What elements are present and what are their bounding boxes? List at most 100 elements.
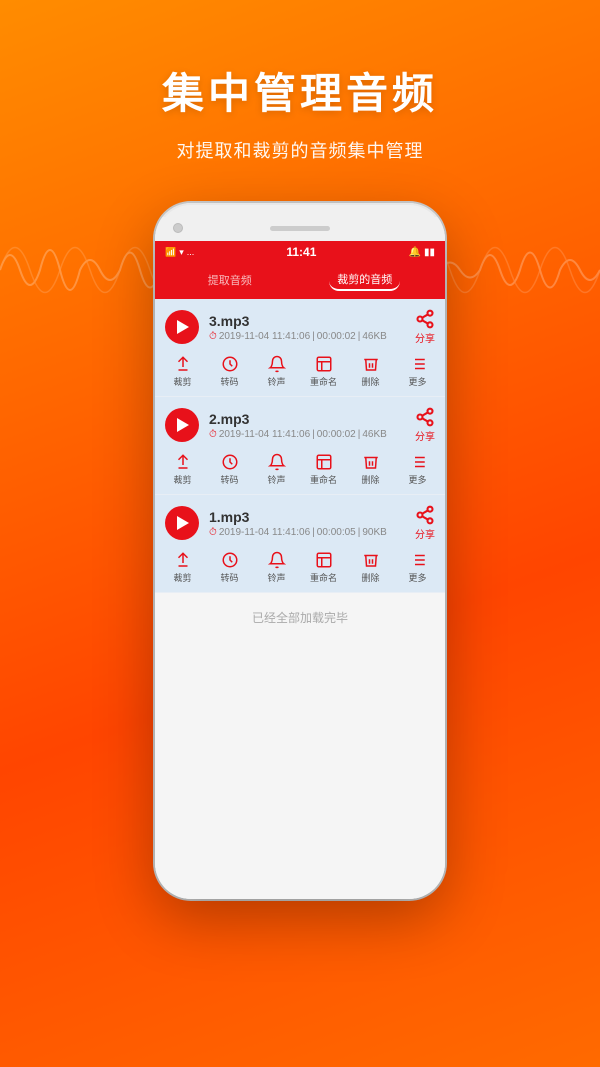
- rename-icon-3: [315, 551, 333, 569]
- share-button-1[interactable]: 分享: [415, 309, 435, 345]
- status-bar: 📶 ▾ ... 11:41 🔔 ▮▮: [155, 241, 445, 263]
- phone-mockup: 📶 ▾ ... 11:41 🔔 ▮▮ 提取音频 裁剪的音频: [155, 203, 445, 899]
- audio-size-2: 46KB: [362, 429, 386, 440]
- audio-duration-1: 00:00:02: [317, 331, 356, 342]
- audio-date-1: 2019-11-04 11:41:06: [219, 331, 310, 342]
- share-button-2[interactable]: 分享: [415, 407, 435, 443]
- phone-sensor: [417, 223, 427, 233]
- audio-info-3: 1.mp3 ⏱ 2019-11-04 11:41:06 | 00:00:05 |…: [209, 509, 415, 538]
- audio-date-3: 2019-11-04 11:41:06: [219, 527, 310, 538]
- play-icon-2: [177, 418, 189, 432]
- audio-item-3: 1.mp3 ⏱ 2019-11-04 11:41:06 | 00:00:05 |…: [155, 495, 445, 593]
- audio-name-2: 2.mp3: [209, 411, 415, 427]
- share-icon-1: [415, 309, 435, 329]
- play-button-1[interactable]: [165, 310, 199, 344]
- action-more-label-2: 更多: [408, 473, 426, 486]
- audio-info-2: 2.mp3 ⏱ 2019-11-04 11:41:06 | 00:00:02 |…: [209, 411, 415, 440]
- action-delete-label-3: 删除: [361, 571, 379, 584]
- cut-icon-1: [174, 355, 192, 373]
- audio-info-1: 3.mp3 ⏱ 2019-11-04 11:41:06 | 00:00:02 |…: [209, 313, 415, 342]
- transcode-icon-1: [221, 355, 239, 373]
- play-button-2[interactable]: [165, 408, 199, 442]
- sub-title: 对提取和裁剪的音频集中管理: [20, 137, 580, 163]
- tab-cut[interactable]: 裁剪的音频: [329, 269, 400, 291]
- clock-icon-2: ⏱: [209, 429, 217, 440]
- audio-meta-1: ⏱ 2019-11-04 11:41:06 | 00:00:02 | 46KB: [209, 331, 415, 342]
- action-more-3[interactable]: 更多: [400, 551, 436, 584]
- ringtone-icon-3: [268, 551, 286, 569]
- action-row-1: 裁剪 转码 铃声 重命名: [155, 349, 445, 396]
- action-transcode-label-1: 转码: [220, 375, 238, 388]
- status-time: 11:41: [286, 245, 316, 259]
- action-more-1[interactable]: 更多: [400, 355, 436, 388]
- notification-icon: 🔔: [409, 247, 421, 258]
- audio-meta-2: ⏱ 2019-11-04 11:41:06 | 00:00:02 | 46KB: [209, 429, 415, 440]
- ringtone-icon-2: [268, 453, 286, 471]
- action-ringtone-2[interactable]: 铃声: [259, 453, 295, 486]
- action-transcode-3[interactable]: 转码: [212, 551, 248, 584]
- action-cut-3[interactable]: 裁剪: [165, 551, 201, 584]
- transcode-icon-3: [221, 551, 239, 569]
- share-label-3: 分享: [415, 526, 435, 541]
- audio-name-3: 1.mp3: [209, 509, 415, 525]
- wifi-icon: ▾: [179, 247, 184, 258]
- play-icon-1: [177, 320, 189, 334]
- delete-icon-1: [362, 355, 380, 373]
- action-transcode-2[interactable]: 转码: [212, 453, 248, 486]
- action-ringtone-label-1: 铃声: [267, 375, 285, 388]
- more-icon-2: [409, 453, 427, 471]
- action-delete-1[interactable]: 删除: [353, 355, 389, 388]
- action-row-2: 裁剪 转码 铃声 重命名: [155, 447, 445, 494]
- signal-icon: 📶: [165, 247, 176, 258]
- tab-extract[interactable]: 提取音频: [200, 270, 260, 290]
- ringtone-icon-1: [268, 355, 286, 373]
- clock-icon-1: ⏱: [209, 331, 217, 342]
- tab-bar: 提取音频 裁剪的音频: [155, 263, 445, 299]
- action-cut-2[interactable]: 裁剪: [165, 453, 201, 486]
- action-ringtone-label-2: 铃声: [267, 473, 285, 486]
- share-label-1: 分享: [415, 330, 435, 345]
- share-icon-2: [415, 407, 435, 427]
- action-cut-label-1: 裁剪: [173, 375, 191, 388]
- audio-name-1: 3.mp3: [209, 313, 415, 329]
- audio-size-1: 46KB: [362, 331, 386, 342]
- phone-wrapper: 📶 ▾ ... 11:41 🔔 ▮▮ 提取音频 裁剪的音频: [0, 193, 600, 899]
- rename-icon-1: [315, 355, 333, 373]
- loaded-footer: 已经全部加载完毕: [155, 593, 445, 642]
- action-more-2[interactable]: 更多: [400, 453, 436, 486]
- action-cut-1[interactable]: 裁剪: [165, 355, 201, 388]
- action-ringtone-1[interactable]: 铃声: [259, 355, 295, 388]
- status-left: 📶 ▾ ...: [165, 247, 194, 258]
- share-icon-3: [415, 505, 435, 525]
- action-ringtone-3[interactable]: 铃声: [259, 551, 295, 584]
- audio-duration-2: 00:00:02: [317, 429, 356, 440]
- dots: ...: [187, 247, 195, 257]
- action-transcode-label-2: 转码: [220, 473, 238, 486]
- action-rename-3[interactable]: 重命名: [306, 551, 342, 584]
- delete-icon-2: [362, 453, 380, 471]
- delete-icon-3: [362, 551, 380, 569]
- battery-icon: ▮▮: [424, 247, 435, 258]
- audio-meta-3: ⏱ 2019-11-04 11:41:06 | 00:00:05 | 90KB: [209, 527, 415, 538]
- action-delete-3[interactable]: 删除: [353, 551, 389, 584]
- audio-item-1: 3.mp3 ⏱ 2019-11-04 11:41:06 | 00:00:02 |…: [155, 299, 445, 397]
- share-button-3[interactable]: 分享: [415, 505, 435, 541]
- cut-icon-3: [174, 551, 192, 569]
- main-title: 集中管理音频: [20, 60, 580, 121]
- audio-item-2: 2.mp3 ⏱ 2019-11-04 11:41:06 | 00:00:02 |…: [155, 397, 445, 495]
- action-rename-1[interactable]: 重命名: [306, 355, 342, 388]
- action-delete-2[interactable]: 删除: [353, 453, 389, 486]
- action-rename-2[interactable]: 重命名: [306, 453, 342, 486]
- action-delete-label-2: 删除: [361, 473, 379, 486]
- phone-camera: [173, 223, 183, 233]
- header-section: 集中管理音频 对提取和裁剪的音频集中管理: [0, 0, 600, 193]
- clock-icon-3: ⏱: [209, 527, 217, 538]
- audio-size-3: 90KB: [362, 527, 386, 538]
- phone-speaker: [270, 226, 330, 231]
- action-transcode-1[interactable]: 转码: [212, 355, 248, 388]
- action-rename-label-3: 重命名: [310, 571, 337, 584]
- action-rename-label-1: 重命名: [310, 375, 337, 388]
- play-button-3[interactable]: [165, 506, 199, 540]
- rename-icon-2: [315, 453, 333, 471]
- action-delete-label-1: 删除: [361, 375, 379, 388]
